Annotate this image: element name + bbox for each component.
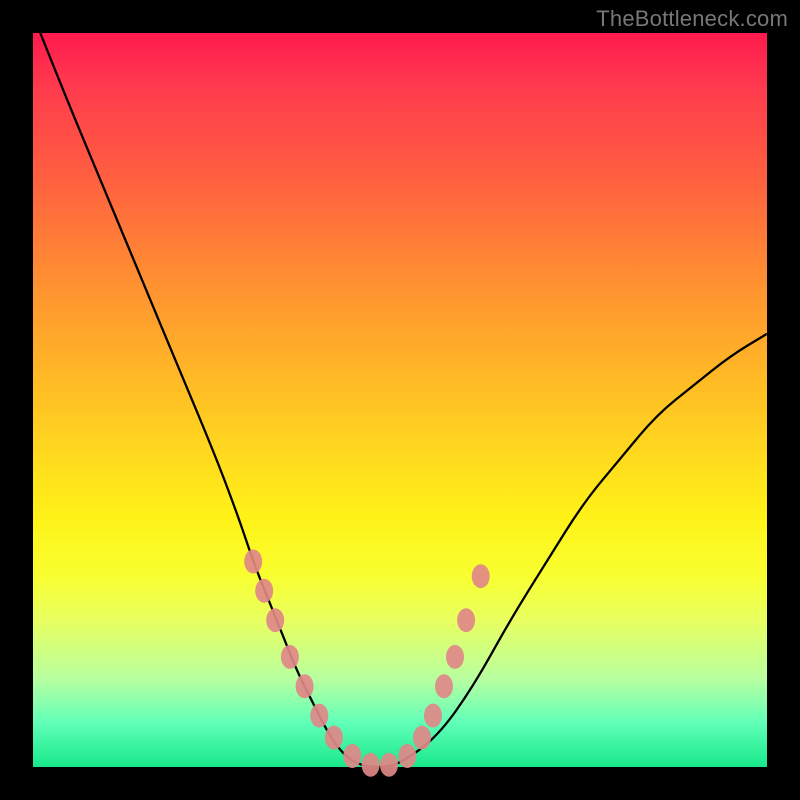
- curve-marker: [398, 744, 416, 768]
- curve-marker: [424, 704, 442, 728]
- curve-marker: [413, 726, 431, 750]
- curve-marker: [343, 744, 361, 768]
- curve-markers: [244, 550, 490, 777]
- curve-marker: [281, 645, 299, 669]
- curve-marker: [325, 726, 343, 750]
- bottleneck-curve: [40, 33, 767, 767]
- curve-marker: [380, 753, 398, 777]
- curve-svg: [33, 33, 767, 767]
- curve-marker: [244, 550, 262, 574]
- curve-marker: [255, 579, 273, 603]
- curve-marker: [362, 753, 380, 777]
- curve-marker: [310, 704, 328, 728]
- watermark-text: TheBottleneck.com: [596, 6, 788, 32]
- curve-marker: [435, 674, 453, 698]
- curve-marker: [266, 608, 284, 632]
- plot-area: [33, 33, 767, 767]
- curve-marker: [296, 674, 314, 698]
- chart-frame: TheBottleneck.com: [0, 0, 800, 800]
- curve-marker: [457, 608, 475, 632]
- curve-marker: [472, 564, 490, 588]
- curve-marker: [446, 645, 464, 669]
